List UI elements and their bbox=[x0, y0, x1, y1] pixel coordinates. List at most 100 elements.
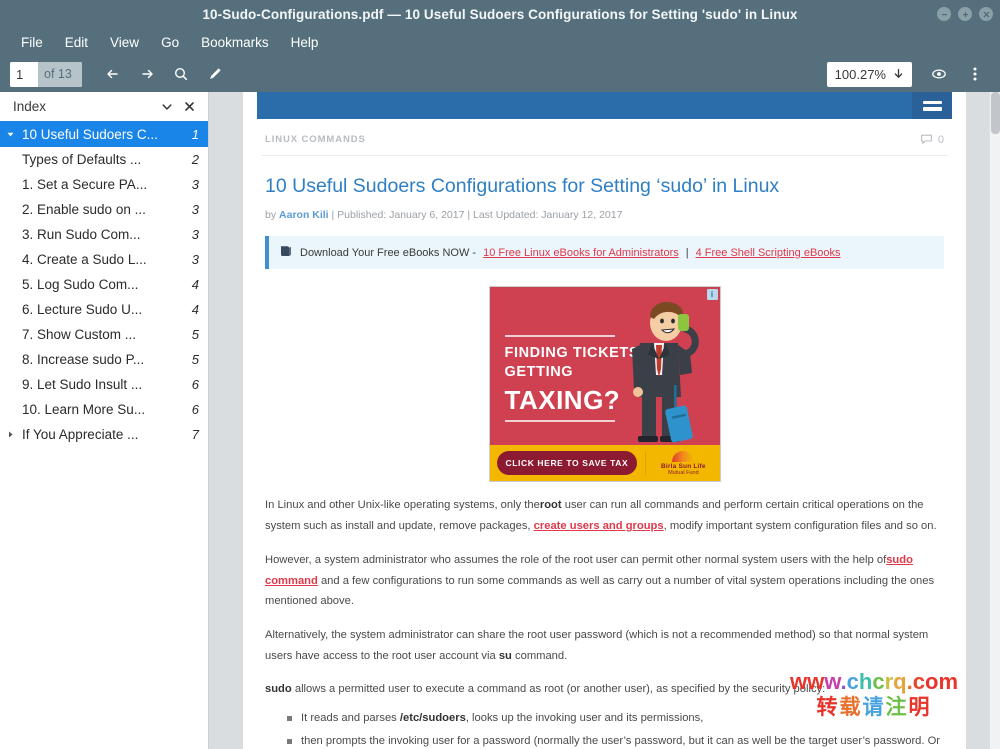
menu-file[interactable]: File bbox=[10, 32, 54, 53]
view-mode-button[interactable] bbox=[922, 59, 956, 89]
menu-view[interactable]: View bbox=[99, 32, 150, 53]
inline-text: allows a permitted user to execute a com… bbox=[292, 683, 826, 695]
index-item[interactable]: 6. Lecture Sudo U...4 bbox=[0, 297, 208, 322]
comment-count-group[interactable]: 0 bbox=[920, 133, 944, 146]
bullet-item: then prompts the invoking user for a pas… bbox=[287, 731, 944, 749]
menu-edit[interactable]: Edit bbox=[54, 32, 99, 53]
inline-link[interactable]: create users and groups bbox=[534, 520, 664, 532]
category-row: LINUX COMMANDS 0 bbox=[261, 119, 948, 156]
comment-icon bbox=[920, 133, 933, 146]
sunrise-icon bbox=[672, 451, 694, 462]
page-navigator: of 13 bbox=[10, 62, 82, 87]
menu-bookmarks[interactable]: Bookmarks bbox=[190, 32, 280, 53]
book-icon bbox=[279, 244, 293, 261]
pdf-viewer-window: 10-Sudo-Configurations.pdf — 10 Useful S… bbox=[0, 0, 1000, 749]
menu-help[interactable]: Help bbox=[280, 32, 330, 53]
index-item[interactable]: 4. Create a Sudo L...3 bbox=[0, 247, 208, 272]
paragraph: sudo allows a permitted user to execute … bbox=[265, 679, 944, 700]
index-item[interactable]: 5. Log Sudo Com...4 bbox=[0, 272, 208, 297]
document-viewport[interactable]: LINUX COMMANDS 0 10 Useful Sudoers Confi… bbox=[209, 92, 1000, 749]
index-item-page: 3 bbox=[186, 227, 199, 242]
article-title: 10 Useful Sudoers Configurations for Set… bbox=[261, 156, 948, 198]
vertical-scrollbar[interactable] bbox=[989, 92, 1000, 749]
annotate-pencil-button[interactable] bbox=[198, 59, 232, 89]
index-item-label: 8. Increase sudo P... bbox=[20, 352, 186, 367]
index-item[interactable]: Types of Defaults ...2 bbox=[0, 147, 208, 172]
zoom-selector[interactable]: 100.27% bbox=[827, 62, 912, 87]
index-item-page: 5 bbox=[186, 352, 199, 367]
site-header-bar bbox=[257, 92, 952, 119]
menubar: File Edit View Go Bookmarks Help bbox=[0, 28, 1000, 56]
chevron-down-icon bbox=[893, 68, 904, 80]
minimize-button[interactable] bbox=[937, 7, 951, 21]
advertisement-wrapper: i FINDING TICKETS GETTING TAXING? bbox=[261, 286, 948, 482]
inline-text: then prompts the invoking user for a pas… bbox=[301, 735, 940, 749]
index-item-label: Types of Defaults ... bbox=[20, 152, 186, 167]
inline-bold-text: su bbox=[499, 650, 512, 662]
page-total-label: of 13 bbox=[38, 62, 82, 87]
ad-rule-bottom bbox=[505, 420, 615, 422]
index-item-page: 6 bbox=[186, 377, 199, 392]
inline-text: In Linux and other Unix-like operating s… bbox=[265, 499, 540, 511]
search-button[interactable] bbox=[164, 59, 198, 89]
inline-text: , modify important system configuration … bbox=[664, 520, 937, 532]
sidebar-collapse-button[interactable] bbox=[156, 96, 178, 118]
ebook-banner-text: Download Your Free eBooks NOW - bbox=[300, 247, 476, 259]
index-list: 10 Useful Sudoers C...1Types of Defaults… bbox=[0, 122, 208, 749]
close-button[interactable] bbox=[979, 7, 993, 21]
ad-info-badge[interactable]: i bbox=[707, 289, 718, 300]
index-item-page: 3 bbox=[186, 177, 199, 192]
index-item[interactable]: 1. Set a Secure PA...3 bbox=[0, 172, 208, 197]
ebook-link-1[interactable]: 10 Free Linux eBooks for Administrators bbox=[483, 247, 679, 259]
index-item[interactable]: 10. Learn More Su...6 bbox=[0, 397, 208, 422]
maximize-button[interactable] bbox=[958, 7, 972, 21]
inline-text: Alternatively, the system administrator … bbox=[265, 629, 928, 662]
page-number-input[interactable] bbox=[10, 62, 38, 87]
inline-text: However, a system administrator who assu… bbox=[265, 554, 886, 566]
article-byline: by Aaron Kili | Published: January 6, 20… bbox=[261, 198, 948, 221]
advertisement-banner[interactable]: i FINDING TICKETS GETTING TAXING? bbox=[489, 286, 721, 482]
zoom-level-label: 100.27% bbox=[835, 67, 886, 82]
bullet-item: It reads and parses /etc/sudoers, looks … bbox=[287, 708, 944, 729]
index-item[interactable]: 3. Run Sudo Com...3 bbox=[0, 222, 208, 247]
sidebar-close-button[interactable] bbox=[178, 96, 200, 118]
index-item-page: 4 bbox=[186, 302, 199, 317]
index-item-label: If You Appreciate ... bbox=[20, 427, 186, 442]
window-titlebar: 10-Sudo-Configurations.pdf — 10 Useful S… bbox=[0, 0, 1000, 28]
index-item-label: 3. Run Sudo Com... bbox=[20, 227, 186, 242]
menu-go[interactable]: Go bbox=[150, 32, 190, 53]
ad-cta-button[interactable]: CLICK HERE TO SAVE TAX bbox=[497, 451, 638, 475]
index-item[interactable]: 2. Enable sudo on ...3 bbox=[0, 197, 208, 222]
comment-count: 0 bbox=[938, 134, 944, 146]
paragraph: However, a system administrator who assu… bbox=[265, 550, 944, 612]
site-hamburger-button[interactable] bbox=[912, 92, 952, 119]
index-item-label: 10. Learn More Su... bbox=[20, 402, 186, 417]
ebook-link-2[interactable]: 4 Free Shell Scripting eBooks bbox=[696, 247, 841, 259]
paragraph: In Linux and other Unix-like operating s… bbox=[265, 495, 944, 536]
close-icon bbox=[183, 100, 196, 113]
previous-page-button[interactable] bbox=[96, 59, 130, 89]
index-item-label: 4. Create a Sudo L... bbox=[20, 252, 186, 267]
index-item[interactable]: 8. Increase sudo P...5 bbox=[0, 347, 208, 372]
window-title: 10-Sudo-Configurations.pdf — 10 Useful S… bbox=[202, 7, 797, 22]
next-page-button[interactable] bbox=[130, 59, 164, 89]
scrollbar-thumb[interactable] bbox=[991, 92, 1000, 134]
index-item-label: 7. Show Custom ... bbox=[20, 327, 186, 342]
index-item-label: 2. Enable sudo on ... bbox=[20, 202, 186, 217]
index-item[interactable]: 10 Useful Sudoers C...1 bbox=[0, 122, 208, 147]
inline-bold-text: sudo bbox=[265, 683, 292, 695]
ad-rule-top bbox=[505, 335, 615, 337]
index-item[interactable]: 7. Show Custom ...5 bbox=[0, 322, 208, 347]
byline-prefix: by bbox=[265, 209, 279, 221]
index-item-page: 3 bbox=[186, 252, 199, 267]
sidebar-title: Index bbox=[13, 99, 156, 114]
hamburger-icon bbox=[923, 101, 942, 111]
expand-arrow-right-icon[interactable] bbox=[0, 430, 20, 439]
more-options-button[interactable] bbox=[958, 59, 992, 89]
index-item[interactable]: If You Appreciate ...7 bbox=[0, 422, 208, 447]
kebab-menu-icon bbox=[966, 65, 984, 83]
author-link[interactable]: Aaron Kili bbox=[279, 209, 329, 221]
index-item[interactable]: 9. Let Sudo Insult ...6 bbox=[0, 372, 208, 397]
expand-arrow-down-icon[interactable] bbox=[0, 130, 20, 139]
index-item-label: 5. Log Sudo Com... bbox=[20, 277, 186, 292]
